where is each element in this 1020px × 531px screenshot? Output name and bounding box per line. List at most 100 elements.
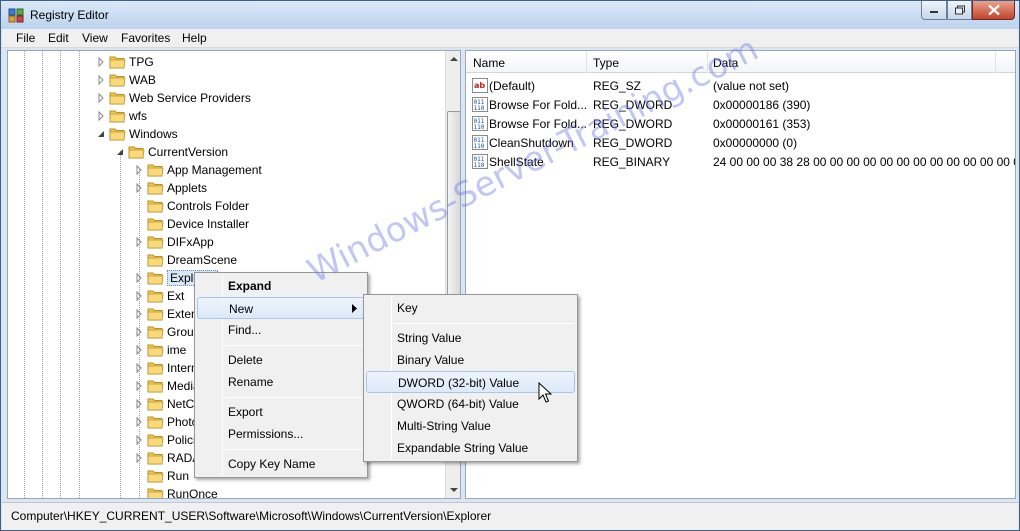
menu-view[interactable]: View [82,31,108,45]
submenu-item-multi-string-value[interactable]: Multi-String Value [366,415,575,437]
menu-item-label: Find... [228,323,262,337]
collapsed-arrow-icon[interactable] [134,345,144,355]
restore-button[interactable] [947,1,972,20]
collapsed-arrow-icon[interactable] [134,435,144,445]
collapsed-arrow-icon[interactable] [134,165,144,175]
menu-item-label: Multi-String Value [397,419,491,433]
tree-item[interactable]: App Management [8,161,444,179]
tree-item[interactable]: Controls Folder [8,197,444,215]
column-divider[interactable] [995,51,996,73]
table-row[interactable]: 011 110 Browse For Fold... REG_DWORD 0x00000… [466,114,1015,133]
menu-item-export[interactable]: Export [197,401,365,423]
binary-value-icon: 011110 [472,116,488,131]
tree-item-label: Device Installer [167,217,250,231]
cell-name: Browse For Fold... [489,98,588,112]
menu-item-delete[interactable]: Delete [197,349,365,371]
tree-item[interactable]: wfs [8,107,444,125]
menu-item-expand[interactable]: Expand [197,275,365,297]
menu-favorites[interactable]: Favorites [121,31,170,45]
expanded-arrow-icon[interactable] [96,129,106,139]
menu-item-copy-key-name[interactable]: Copy Key Name [197,453,365,475]
collapsed-arrow-icon[interactable] [134,273,144,283]
menu-item-new[interactable]: New [197,297,365,319]
registry-editor-window: Registry Editor File Edit View Favorites… [0,0,1020,531]
table-row[interactable]: 011 110 ShellState REG_BINARY 24 00 00 00 38… [466,152,1015,171]
column-header-name[interactable]: Name [473,56,505,70]
tree-item-label: Run [167,469,190,483]
collapsed-arrow-icon[interactable] [134,381,144,391]
minimize-button[interactable] [921,1,947,20]
mouse-pointer-icon [538,382,552,403]
window-title: Registry Editor [30,8,109,22]
folder-icon [147,380,164,393]
collapsed-arrow-icon[interactable] [134,399,144,409]
collapsed-arrow-icon[interactable] [134,417,144,427]
binary-value-icon: 011110 [472,97,488,112]
tree-item[interactable]: Applets [8,179,444,197]
tree-item-label: Windows [129,127,178,141]
folder-icon [147,308,164,321]
string-value-icon: ab [472,78,488,93]
tree-item[interactable]: DreamScene [8,251,444,269]
collapsed-arrow-icon[interactable] [134,363,144,373]
folder-icon [147,416,164,429]
folder-icon [109,56,126,69]
tree-item[interactable]: Windows [8,125,444,143]
table-row[interactable]: 011 110 CleanShutdown REG_DWORD 0x00000000 (… [466,133,1015,152]
binary-value-icon: 011110 [472,154,488,169]
title-bar[interactable]: Registry Editor [1,1,1019,29]
tree-item[interactable]: CurrentVersion [8,143,444,161]
column-header-type[interactable]: Type [593,56,619,70]
cell-type: REG_SZ [593,79,642,93]
svg-text:110: 110 [474,105,485,112]
collapsed-arrow-icon[interactable] [96,75,106,85]
tree-item-label: Applets [167,181,208,195]
scroll-up-button[interactable] [446,51,460,67]
tree-item[interactable]: Device Installer [8,215,444,233]
tree-item[interactable]: TPG [8,53,444,71]
folder-icon [109,74,126,87]
cell-type: REG_DWORD [593,117,673,131]
menu-item-label: Expandable String Value [397,441,529,455]
expanded-arrow-icon[interactable] [115,147,125,157]
collapsed-arrow-icon[interactable] [134,183,144,193]
table-row[interactable]: 011 110 Browse For Fold... REG_DWORD 0x00000… [466,95,1015,114]
menu-item-permissions[interactable]: Permissions... [197,423,365,445]
new-submenu: Key String Value Binary Value DWORD (32-… [363,294,578,462]
menu-edit[interactable]: Edit [48,31,69,45]
menu-item-label: Rename [228,375,274,389]
menu-bar: File Edit View Favorites Help [2,29,1018,48]
scroll-down-button[interactable] [446,482,460,498]
collapsed-arrow-icon[interactable] [96,111,106,121]
collapsed-arrow-icon[interactable] [134,291,144,301]
folder-icon [109,92,126,105]
menu-help[interactable]: Help [182,31,207,45]
tree-item[interactable]: RunOnce [8,485,444,499]
tree-item[interactable]: WAB [8,71,444,89]
collapsed-arrow-icon[interactable] [134,453,144,463]
column-divider[interactable] [707,51,708,73]
tree-item-label: RunOnce [167,487,218,499]
collapsed-arrow-icon[interactable] [134,309,144,319]
submenu-item-string-value[interactable]: String Value [366,327,575,349]
tree-item[interactable]: DIFxApp [8,233,444,251]
menu-file[interactable]: File [16,31,35,45]
folder-icon [128,146,145,159]
submenu-item-key[interactable]: Key [366,297,575,319]
collapsed-arrow-icon[interactable] [134,327,144,337]
column-header-data[interactable]: Data [713,56,738,70]
menu-item-find[interactable]: Find... [197,319,365,341]
submenu-item-expandable-string-value[interactable]: Expandable String Value [366,437,575,459]
column-divider[interactable] [586,51,587,73]
tree-item[interactable]: Web Service Providers [8,89,444,107]
menu-item-rename[interactable]: Rename [197,371,365,393]
collapsed-arrow-icon[interactable] [96,57,106,67]
close-button[interactable] [972,1,1015,20]
cell-type: REG_DWORD [593,136,673,150]
submenu-item-binary-value[interactable]: Binary Value [366,349,575,371]
menu-separator [225,449,363,450]
collapsed-arrow-icon[interactable] [134,237,144,247]
menu-item-label: QWORD (64-bit) Value [397,397,519,411]
table-row[interactable]: ab (Default) REG_SZ (value not set) [466,76,1015,95]
collapsed-arrow-icon[interactable] [96,93,106,103]
